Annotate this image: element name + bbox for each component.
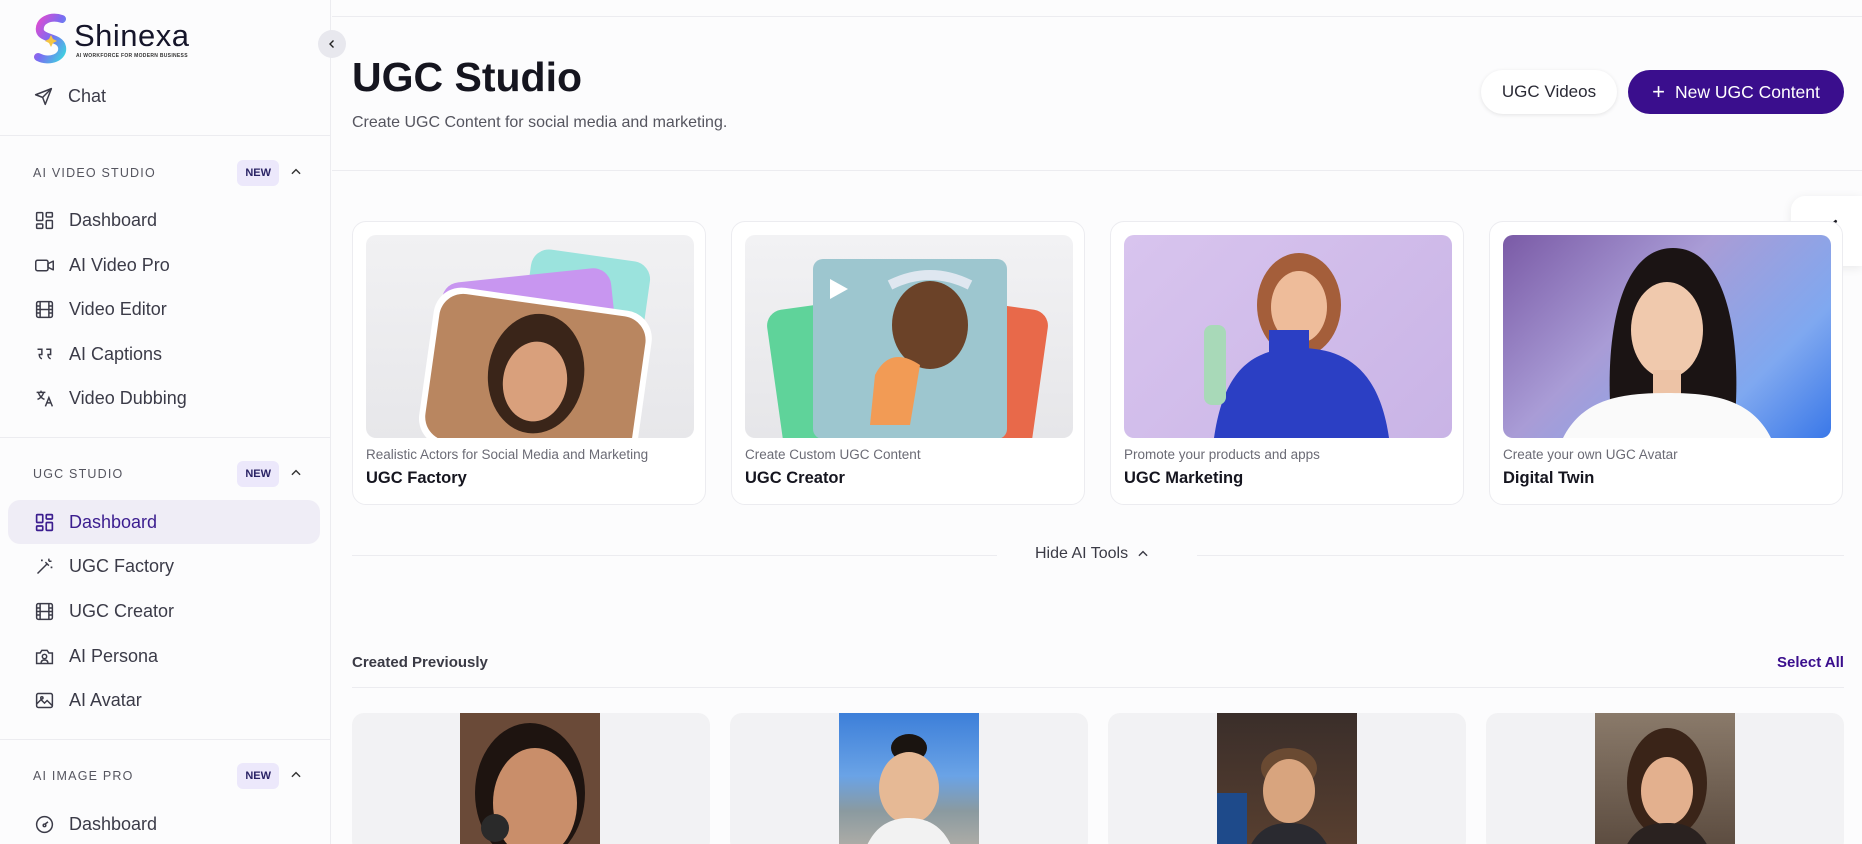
chevron-up-icon <box>1138 550 1148 557</box>
tool-card-ugc-marketing[interactable]: Promote your products and apps UGC Marke… <box>1110 221 1464 505</box>
logo-mark-icon <box>34 13 67 64</box>
tool-name: Digital Twin <box>1503 469 1595 487</box>
brand-name: Shinexa <box>74 18 190 53</box>
ugc-marketing-image <box>1124 235 1452 438</box>
magic-wand-icon <box>33 555 55 577</box>
divider <box>352 555 997 556</box>
tool-name: UGC Marketing <box>1124 469 1244 487</box>
dashboard-icon <box>33 209 55 231</box>
video-thumbnail <box>1217 713 1357 844</box>
sidebar-item-ugc-factory[interactable]: UGC Factory <box>8 544 320 588</box>
divider <box>352 687 1844 688</box>
sidebar-item-video-dashboard[interactable]: Dashboard <box>8 198 320 242</box>
new-badge: NEW <box>237 461 279 487</box>
send-icon <box>32 85 54 107</box>
video-thumbnail <box>839 713 979 844</box>
film-icon <box>33 298 55 320</box>
sidebar-item-label: UGC Creator <box>69 600 175 621</box>
tool-card-ugc-creator[interactable]: Create Custom UGC Content UGC Creator <box>731 221 1085 505</box>
tool-name: UGC Creator <box>745 469 845 487</box>
divider <box>0 437 331 438</box>
previous-content-card[interactable] <box>1486 713 1844 844</box>
new-ugc-content-label: New UGC Content <box>1674 81 1820 102</box>
previous-content-card[interactable] <box>730 713 1088 844</box>
sidebar-item-label: AI Captions <box>69 343 163 364</box>
translate-icon <box>33 387 55 409</box>
sidebar-item-video-dubbing[interactable]: Video Dubbing <box>8 376 320 420</box>
ugc-factory-image <box>366 235 694 438</box>
tool-card-ugc-factory[interactable]: Realistic Actors for Social Media and Ma… <box>352 221 706 505</box>
tool-caption: Create your own UGC Avatar <box>1503 447 1678 462</box>
sidebar-item-ai-captions[interactable]: AI Captions <box>8 332 320 376</box>
sidebar-item-label: Video Editor <box>69 298 167 319</box>
header-divider <box>332 170 1862 171</box>
sidebar-item-label: Chat <box>68 85 107 106</box>
brand-logo[interactable]: Shinexa AI WORKFORCE FOR MODERN BUSINESS <box>32 12 190 66</box>
tool-caption: Realistic Actors for Social Media and Ma… <box>366 447 649 462</box>
ugc-videos-button[interactable]: UGC Videos <box>1481 70 1617 114</box>
sidebar-item-label: Video Dubbing <box>69 387 187 408</box>
video-thumbnail <box>1595 713 1735 844</box>
ugc-creator-image <box>745 235 1073 438</box>
section-title: AI VIDEO STUDIO <box>33 166 156 180</box>
new-ugc-content-button[interactable]: + New UGC Content <box>1628 70 1844 114</box>
quote-icon <box>33 343 55 365</box>
chevron-up-icon[interactable] <box>289 165 303 182</box>
sidebar-item-ugc-creator[interactable]: UGC Creator <box>8 589 320 633</box>
collapse-sidebar-button[interactable] <box>318 30 346 58</box>
tool-caption: Create Custom UGC Content <box>745 447 921 462</box>
divider <box>1197 555 1844 556</box>
section-ugc-studio[interactable]: UGC STUDIO NEW <box>33 461 303 487</box>
tool-caption: Promote your products and apps <box>1124 447 1320 462</box>
divider <box>0 135 331 136</box>
sidebar: Shinexa AI WORKFORCE FOR MODERN BUSINESS… <box>0 0 331 844</box>
brand-tagline: AI WORKFORCE FOR MODERN BUSINESS <box>76 53 188 59</box>
previous-content-card[interactable] <box>352 713 710 844</box>
tool-name: UGC Factory <box>366 469 467 487</box>
hide-ai-tools-toggle[interactable]: Hide AI Tools <box>1035 545 1150 563</box>
sidebar-item-label: Dashboard <box>69 511 158 532</box>
sidebar-item-ai-avatar[interactable]: AI Avatar <box>8 678 320 722</box>
section-title: AI IMAGE PRO <box>33 769 134 783</box>
section-title: UGC STUDIO <box>33 467 124 481</box>
gauge-icon <box>33 813 55 835</box>
film-icon <box>33 600 55 622</box>
hide-ai-tools-label: Hide AI Tools <box>1035 545 1129 562</box>
dashboard-icon <box>33 511 55 533</box>
camera-person-icon <box>33 645 55 667</box>
sidebar-item-label: Dashboard <box>69 209 158 230</box>
tool-card-digital-twin[interactable]: Create your own UGC Avatar Digital Twin <box>1489 221 1843 505</box>
sidebar-item-label: Dashboard <box>69 813 158 834</box>
video-camera-icon <box>33 254 55 276</box>
chevron-left-icon <box>329 40 334 48</box>
section-ai-image-pro[interactable]: AI IMAGE PRO NEW <box>33 763 303 789</box>
sidebar-item-image-dashboard[interactable]: Dashboard <box>8 802 320 844</box>
digital-twin-image <box>1503 235 1831 438</box>
select-all-link[interactable]: Select All <box>1777 654 1844 671</box>
image-icon <box>33 689 55 711</box>
section-ai-video-studio[interactable]: AI VIDEO STUDIO NEW <box>33 160 303 186</box>
video-thumbnail <box>460 713 600 844</box>
new-badge: NEW <box>237 763 279 789</box>
hide-ai-tools-row: Hide AI Tools <box>352 543 1844 567</box>
sidebar-item-ugc-dashboard[interactable]: Dashboard <box>8 500 320 544</box>
chevron-up-icon[interactable] <box>289 466 303 483</box>
new-badge: NEW <box>237 160 279 186</box>
sidebar-item-label: AI Video Pro <box>69 254 170 275</box>
chevron-up-icon[interactable] <box>289 768 303 785</box>
page-title: UGC Studio <box>352 54 583 100</box>
previous-content-card[interactable] <box>1108 713 1466 844</box>
plus-icon: + <box>1652 79 1665 104</box>
sidebar-item-ai-video-pro[interactable]: AI Video Pro <box>8 243 320 287</box>
created-previously-title: Created Previously <box>352 654 488 671</box>
top-divider <box>332 16 1862 17</box>
sidebar-item-label: AI Persona <box>69 645 159 666</box>
sidebar-item-video-editor[interactable]: Video Editor <box>8 287 320 331</box>
sidebar-item-chat[interactable]: Chat <box>32 85 106 107</box>
divider <box>0 739 331 740</box>
sidebar-item-ai-persona[interactable]: AI Persona <box>8 634 320 678</box>
sidebar-item-label: UGC Factory <box>69 555 175 576</box>
page-subtitle: Create UGC Content for social media and … <box>352 114 728 131</box>
sidebar-item-label: AI Avatar <box>69 689 142 710</box>
